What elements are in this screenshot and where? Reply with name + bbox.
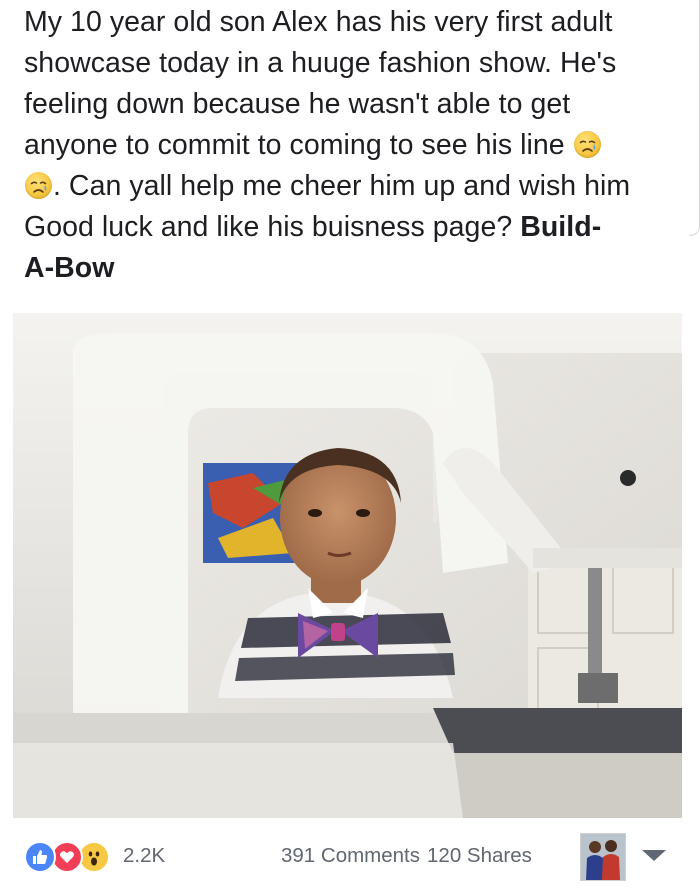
crying-face-icon <box>25 172 52 199</box>
reaction-icons[interactable] <box>24 841 120 873</box>
avatar[interactable] <box>580 833 626 881</box>
comments-count[interactable]: 391 Comments <box>281 844 420 867</box>
post-photo[interactable] <box>13 313 682 818</box>
post-line: . Can yall help me cheer him up and wish… <box>24 166 684 207</box>
photo-illustration <box>13 313 682 818</box>
post-text: My 10 year old son Alex has his very fir… <box>24 2 684 289</box>
page-link-continued[interactable]: A-Bow <box>24 248 684 289</box>
post-line: My 10 year old son Alex has his very fir… <box>24 6 613 38</box>
post-line: Good luck and like his buisness page? Bu… <box>24 207 684 248</box>
post-line-text: . Can yall help me cheer him up and wish… <box>53 170 631 202</box>
crying-face-icon <box>573 131 601 158</box>
reaction-count[interactable]: 2.2K <box>123 844 165 868</box>
post-line-text: anyone to commit to coming to see his li… <box>24 129 565 161</box>
like-icon <box>24 841 56 873</box>
reactions-bar: 2.2K 391 Comments 120 Shares <box>0 826 700 886</box>
comments-shares: 391 Comments 120 Shares <box>281 844 532 868</box>
post-line: showcase today in a huuge fashion show. … <box>24 47 617 79</box>
shares-count[interactable]: 120 Shares <box>427 844 532 867</box>
post-line: anyone to commit to coming to see his li… <box>24 125 684 166</box>
scroll-edge <box>689 0 700 236</box>
post-line: feeling down because he wasn't able to g… <box>24 88 571 120</box>
post-line-text: Good luck and like his buisness page? <box>24 211 513 243</box>
chevron-down-icon[interactable] <box>642 850 666 861</box>
page-link[interactable]: Build- <box>520 211 601 243</box>
